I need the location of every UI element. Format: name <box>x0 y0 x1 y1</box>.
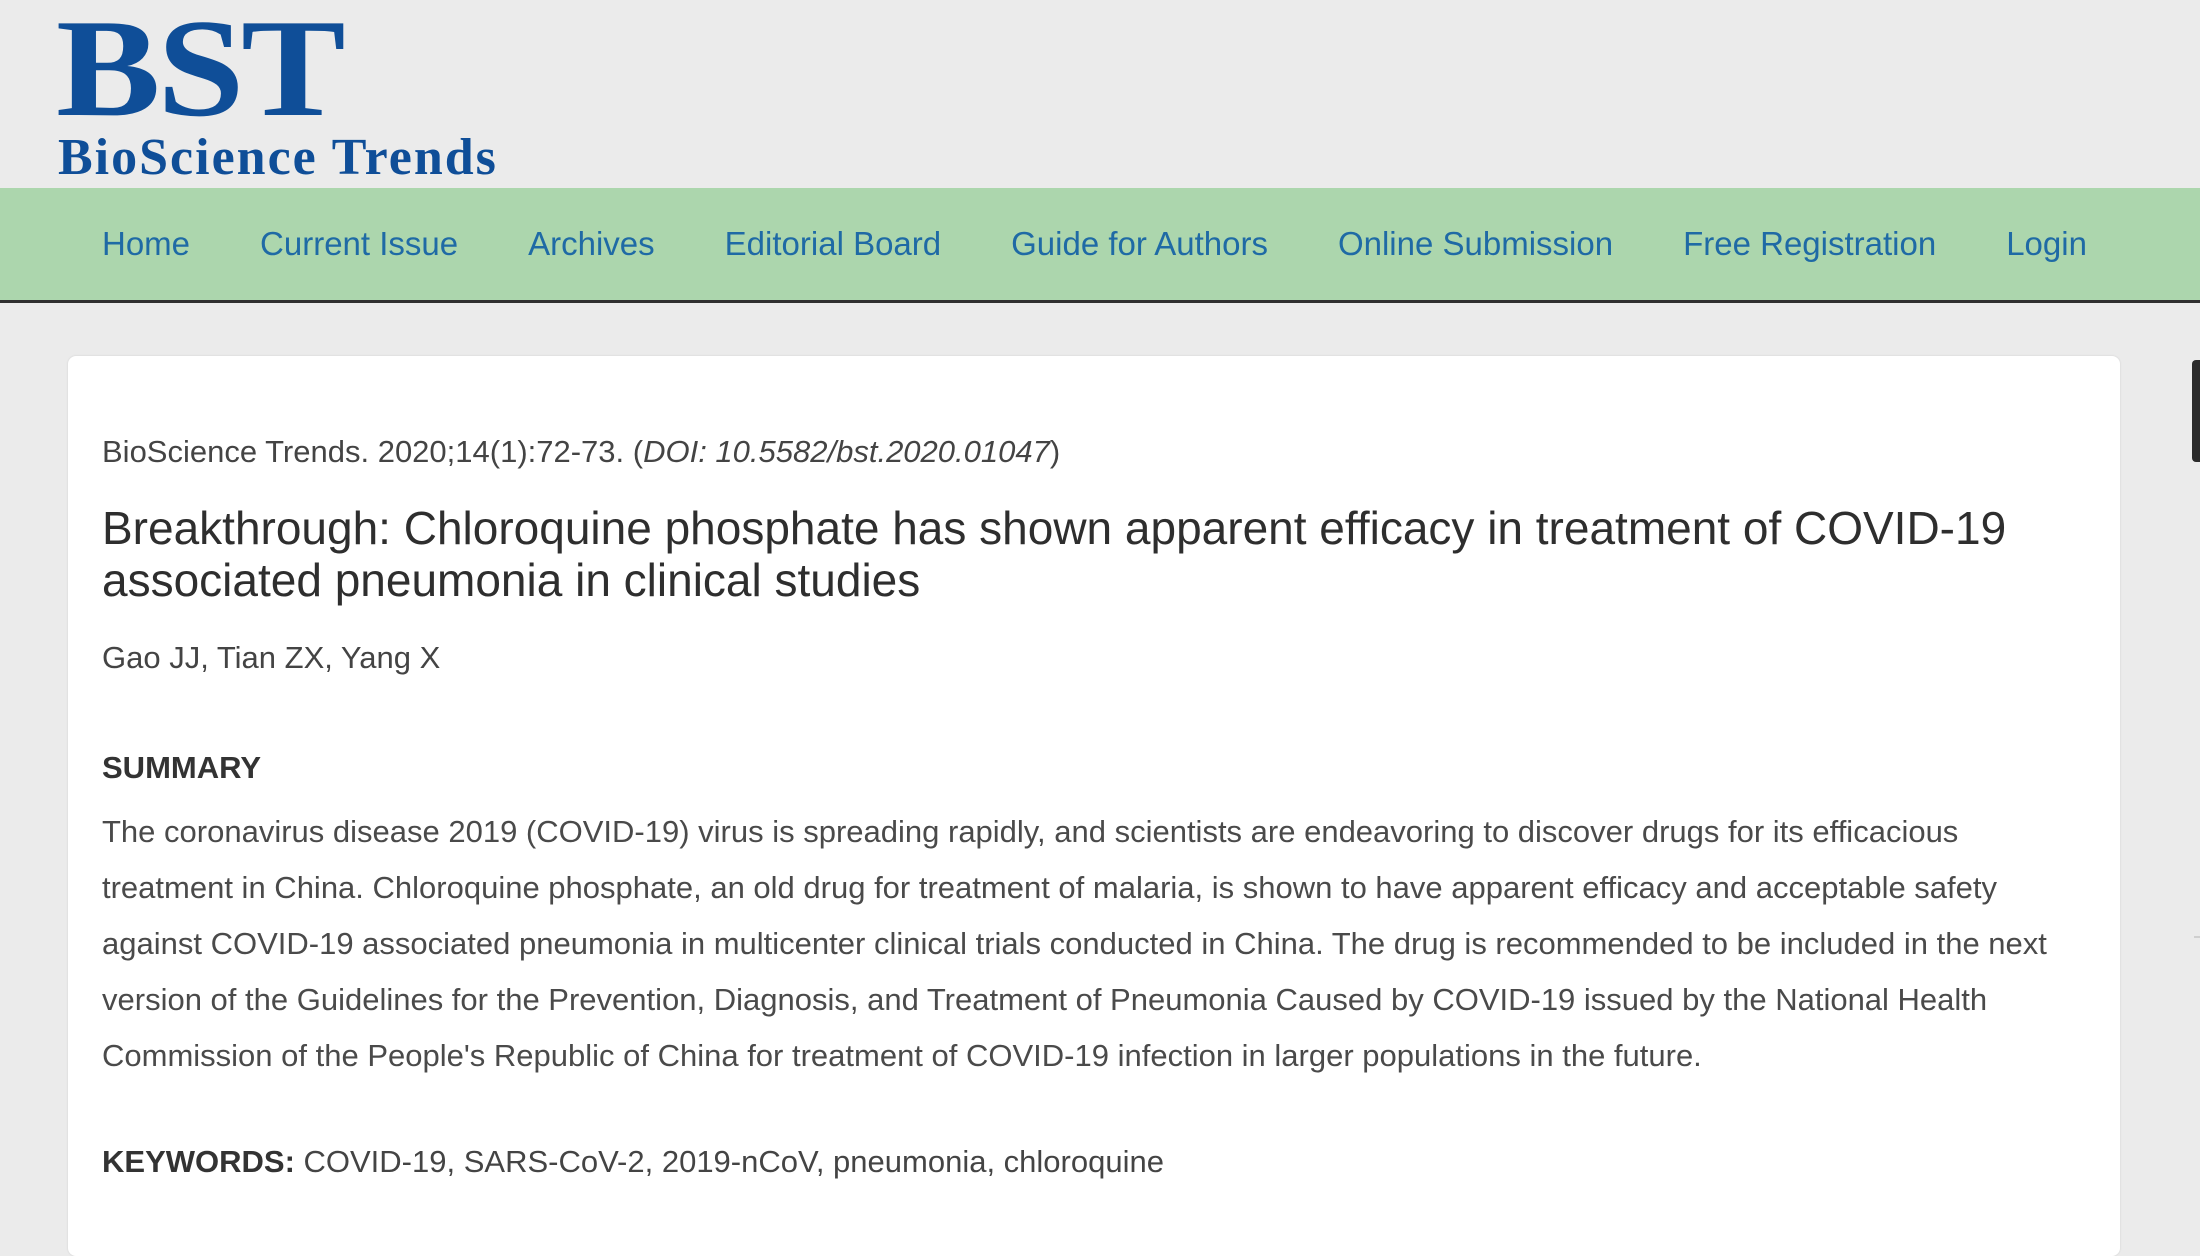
keywords-value: COVID-19, SARS-CoV-2, 2019-nCoV, pneumon… <box>294 1144 1164 1179</box>
article-title: Breakthrough: Chloroquine phosphate has … <box>102 502 2007 606</box>
nav-editorial-board-link[interactable]: Editorial Board <box>725 225 941 263</box>
scrollbar-tick <box>2194 936 2200 938</box>
logo-mark: BST <box>56 0 346 146</box>
nav-current-issue-link[interactable]: Current Issue <box>260 225 458 263</box>
scrollbar-thumb[interactable] <box>2192 360 2200 462</box>
nav-login-link[interactable]: Login <box>2006 225 2087 263</box>
main-navigation: Home Current Issue Archives Editorial Bo… <box>0 188 2200 303</box>
logo-name: BioScience Trends <box>58 129 498 186</box>
nav-list: Home Current Issue Archives Editorial Bo… <box>102 188 2087 300</box>
summary-heading: SUMMARY <box>102 750 262 785</box>
citation-suffix: ) <box>1049 434 1061 469</box>
summary-text: The coronavirus disease 2019 (COVID-19) … <box>102 814 2047 1073</box>
nav-archives-link[interactable]: Archives <box>528 225 655 263</box>
keywords: KEYWORDS: COVID-19, SARS-CoV-2, 2019-nCo… <box>102 1144 1164 1180</box>
article-citation: BioScience Trends. 2020;14(1):72-73. (DO… <box>102 434 1060 470</box>
citation-prefix: BioScience Trends. 2020;14(1):72-73. ( <box>102 434 644 469</box>
nav-online-submission-link[interactable]: Online Submission <box>1338 225 1613 263</box>
nav-home-link[interactable]: Home <box>102 225 190 263</box>
site-header: BST BioScience Trends <box>0 0 2200 188</box>
nav-free-registration-link[interactable]: Free Registration <box>1683 225 1936 263</box>
doi-link[interactable]: DOI: 10.5582/bst.2020.01047 <box>643 434 1050 469</box>
nav-guide-for-authors-link[interactable]: Guide for Authors <box>1011 225 1268 263</box>
article-authors: Gao JJ, Tian ZX, Yang X <box>102 640 441 675</box>
keywords-label: KEYWORDS: <box>102 1144 295 1179</box>
article-card: BioScience Trends. 2020;14(1):72-73. (DO… <box>68 356 2120 1256</box>
